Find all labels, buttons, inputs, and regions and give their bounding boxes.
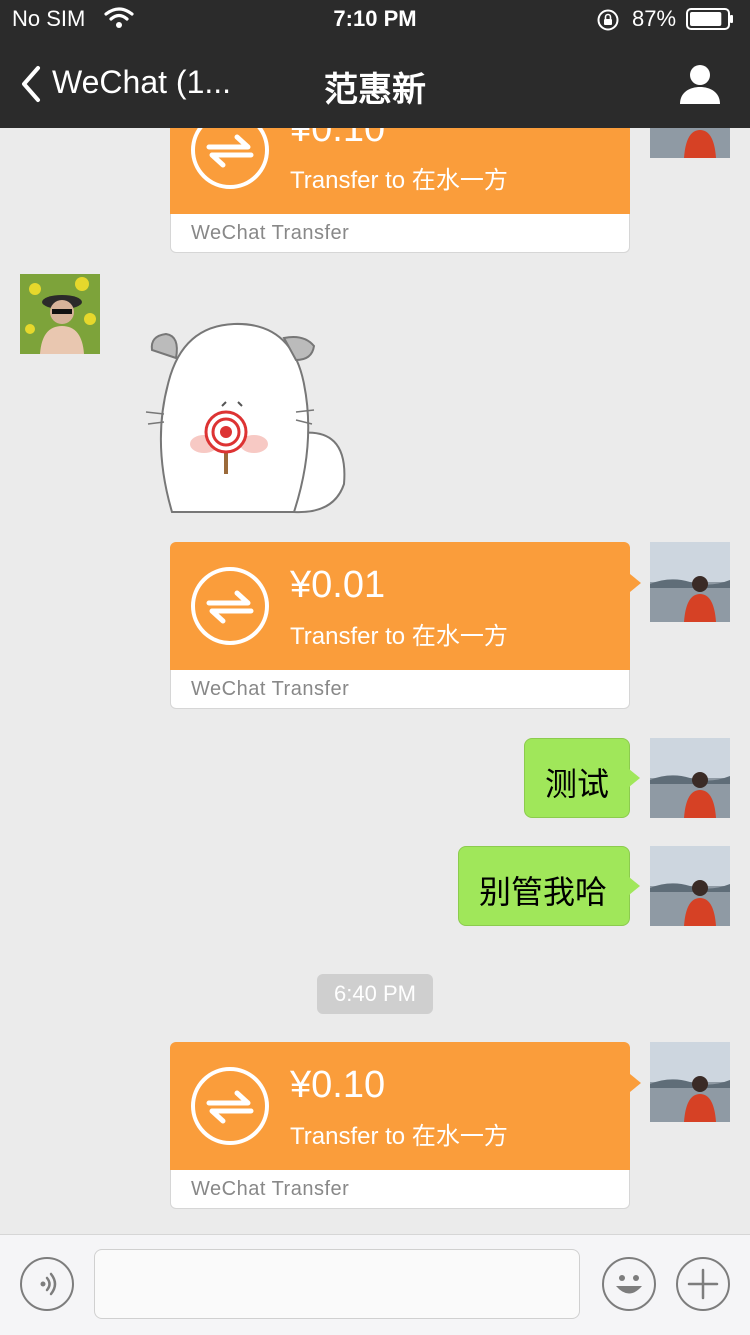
status-bar: No SIM 7:10 PM 87% (0, 0, 750, 40)
transfer-footer: WeChat Transfer (191, 222, 350, 244)
transfer-recipient: Transfer to 在水一方 (290, 623, 508, 650)
hamster-sticker[interactable] (144, 314, 354, 514)
battery-icon (686, 8, 733, 30)
transfer-card[interactable]: ¥0.10 Transfer to 在水一方 WeChat Transfer (170, 128, 630, 254)
chat-area[interactable]: ¥0.10 Transfer to 在水一方 WeChat Transfer ¥… (0, 128, 750, 1234)
transfer-card[interactable]: ¥0.10 Transfer to 在水一方 WeChat Transfer (170, 1042, 641, 1210)
emoji-button[interactable] (602, 1257, 656, 1311)
transfer-arrows-icon (191, 1067, 269, 1145)
self-avatar-photo (650, 542, 730, 622)
message-text: 别管我哈 (479, 874, 608, 910)
text-message-bubble[interactable]: 测试 (524, 738, 640, 818)
input-bar (0, 1234, 750, 1335)
transfer-footer: WeChat Transfer (191, 678, 350, 700)
self-avatar[interactable] (650, 542, 730, 622)
transfer-arrows-icon (191, 567, 269, 645)
navigation-bar: WeChat (1... 范惠新 (0, 40, 750, 128)
chat-title: 范惠新 (324, 71, 426, 109)
text-message-bubble[interactable]: 别管我哈 (458, 846, 640, 926)
rotation-lock-icon (597, 9, 619, 31)
transfer-recipient: Transfer to 在水一方 (290, 167, 508, 194)
transfer-amount: ¥0.01 (290, 564, 386, 606)
self-avatar-photo (650, 738, 730, 818)
message-input[interactable] (94, 1249, 580, 1319)
person-icon[interactable] (678, 62, 722, 106)
self-avatar[interactable] (650, 738, 730, 818)
message-text: 测试 (545, 766, 610, 802)
transfer-recipient: Transfer to 在水一方 (290, 1123, 508, 1150)
voice-icon (40, 1272, 57, 1296)
self-avatar[interactable] (650, 128, 730, 158)
transfer-amount: ¥0.10 (290, 1064, 386, 1106)
transfer-footer: WeChat Transfer (191, 1178, 350, 1200)
self-avatar-photo (650, 846, 730, 926)
transfer-arrows-icon (191, 128, 269, 189)
battery-percent: 87% (632, 6, 677, 31)
timestamp-label: 6:40 PM (317, 974, 433, 1014)
self-avatar[interactable] (650, 846, 730, 926)
self-avatar-photo (650, 128, 730, 158)
emoji-icon (616, 1275, 642, 1294)
contact-avatar-photo (20, 274, 100, 354)
transfer-amount: ¥0.10 (290, 128, 386, 150)
contact-avatar[interactable] (20, 274, 100, 354)
self-avatar-photo (650, 1042, 730, 1122)
transfer-card[interactable]: ¥0.01 Transfer to 在水一方 WeChat Transfer (170, 542, 641, 710)
voice-button[interactable] (20, 1257, 74, 1311)
self-avatar[interactable] (650, 1042, 730, 1122)
plus-icon (687, 1268, 719, 1300)
more-button[interactable] (676, 1257, 730, 1311)
